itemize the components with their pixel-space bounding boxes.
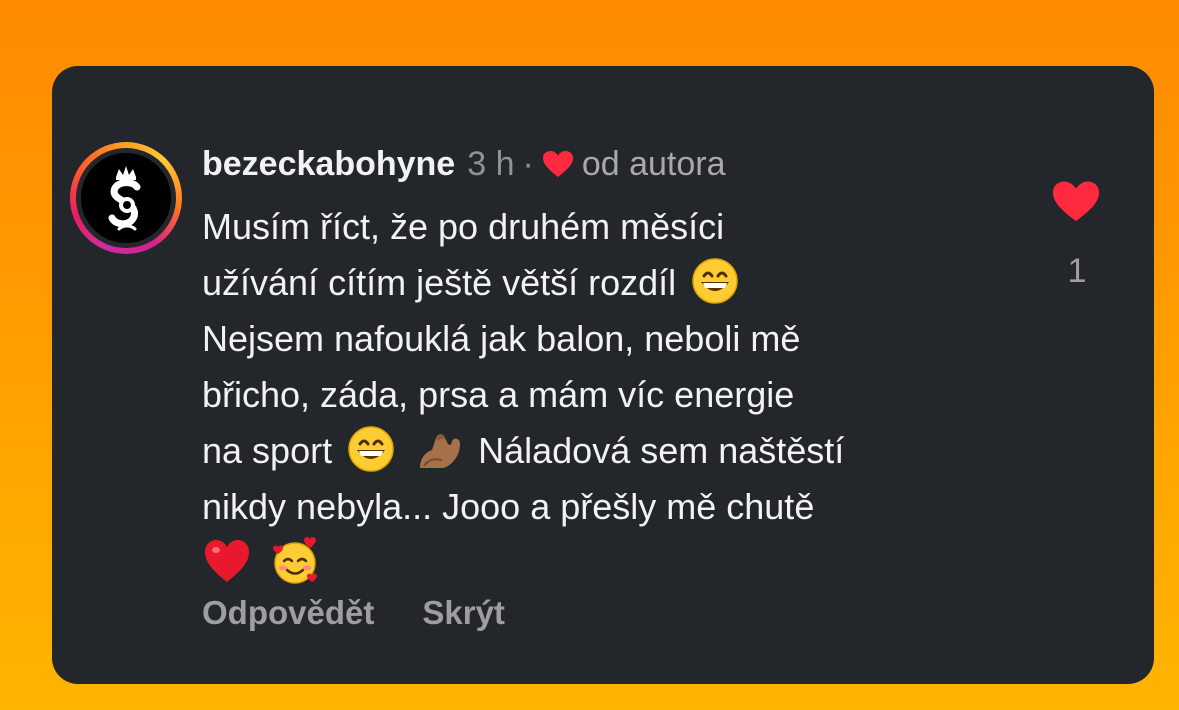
brand-logo-icon bbox=[81, 153, 171, 243]
hide-button[interactable]: Skrýt bbox=[422, 594, 505, 632]
comment-line: Nejsem nafouklá jak balon, neboli mě bbox=[202, 318, 801, 359]
reply-button[interactable]: Odpovědět bbox=[202, 594, 374, 632]
separator-dot: · bbox=[522, 145, 534, 183]
comment-line: na sport Náladová sem naštěstí bbox=[202, 423, 1032, 479]
avatar-story-ring[interactable] bbox=[70, 142, 182, 254]
liked-by-author-label: od autora bbox=[581, 145, 726, 183]
comment-line: Musím říct, že po druhém měsíci bbox=[202, 206, 725, 247]
avatar[interactable] bbox=[81, 153, 171, 243]
comment-header: bezeckabohyne 3 h · od autora bbox=[202, 142, 725, 186]
comment-actions: Odpovědět Skrýt bbox=[202, 594, 505, 632]
smiling-face-with-hearts-icon bbox=[273, 537, 318, 585]
username-link[interactable]: bezeckabohyne bbox=[202, 142, 455, 186]
comment-time: 3 h bbox=[467, 145, 515, 183]
comment-line: užívání cítím ještě větší rozdíl bbox=[202, 255, 1032, 311]
comment-line bbox=[202, 535, 1032, 591]
like-count: 1 bbox=[1067, 252, 1087, 290]
heart-icon bbox=[542, 151, 573, 177]
comment-card: bezeckabohyne 3 h · od autora Musím říct… bbox=[52, 66, 1154, 684]
red-heart-icon bbox=[205, 540, 249, 583]
comment-line: nikdy nebyla... Jooo a přešly mě chutě bbox=[202, 486, 815, 527]
flexed-biceps-icon bbox=[420, 434, 461, 469]
comment-line: břicho, záda, prsa a mám víc energie bbox=[202, 374, 795, 415]
comment-text: Musím říct, že po druhém měsíci užívání … bbox=[202, 199, 1032, 591]
grinning-face-icon bbox=[348, 426, 394, 473]
grinning-face-icon bbox=[692, 258, 738, 305]
like-heart-icon[interactable] bbox=[1052, 180, 1100, 222]
